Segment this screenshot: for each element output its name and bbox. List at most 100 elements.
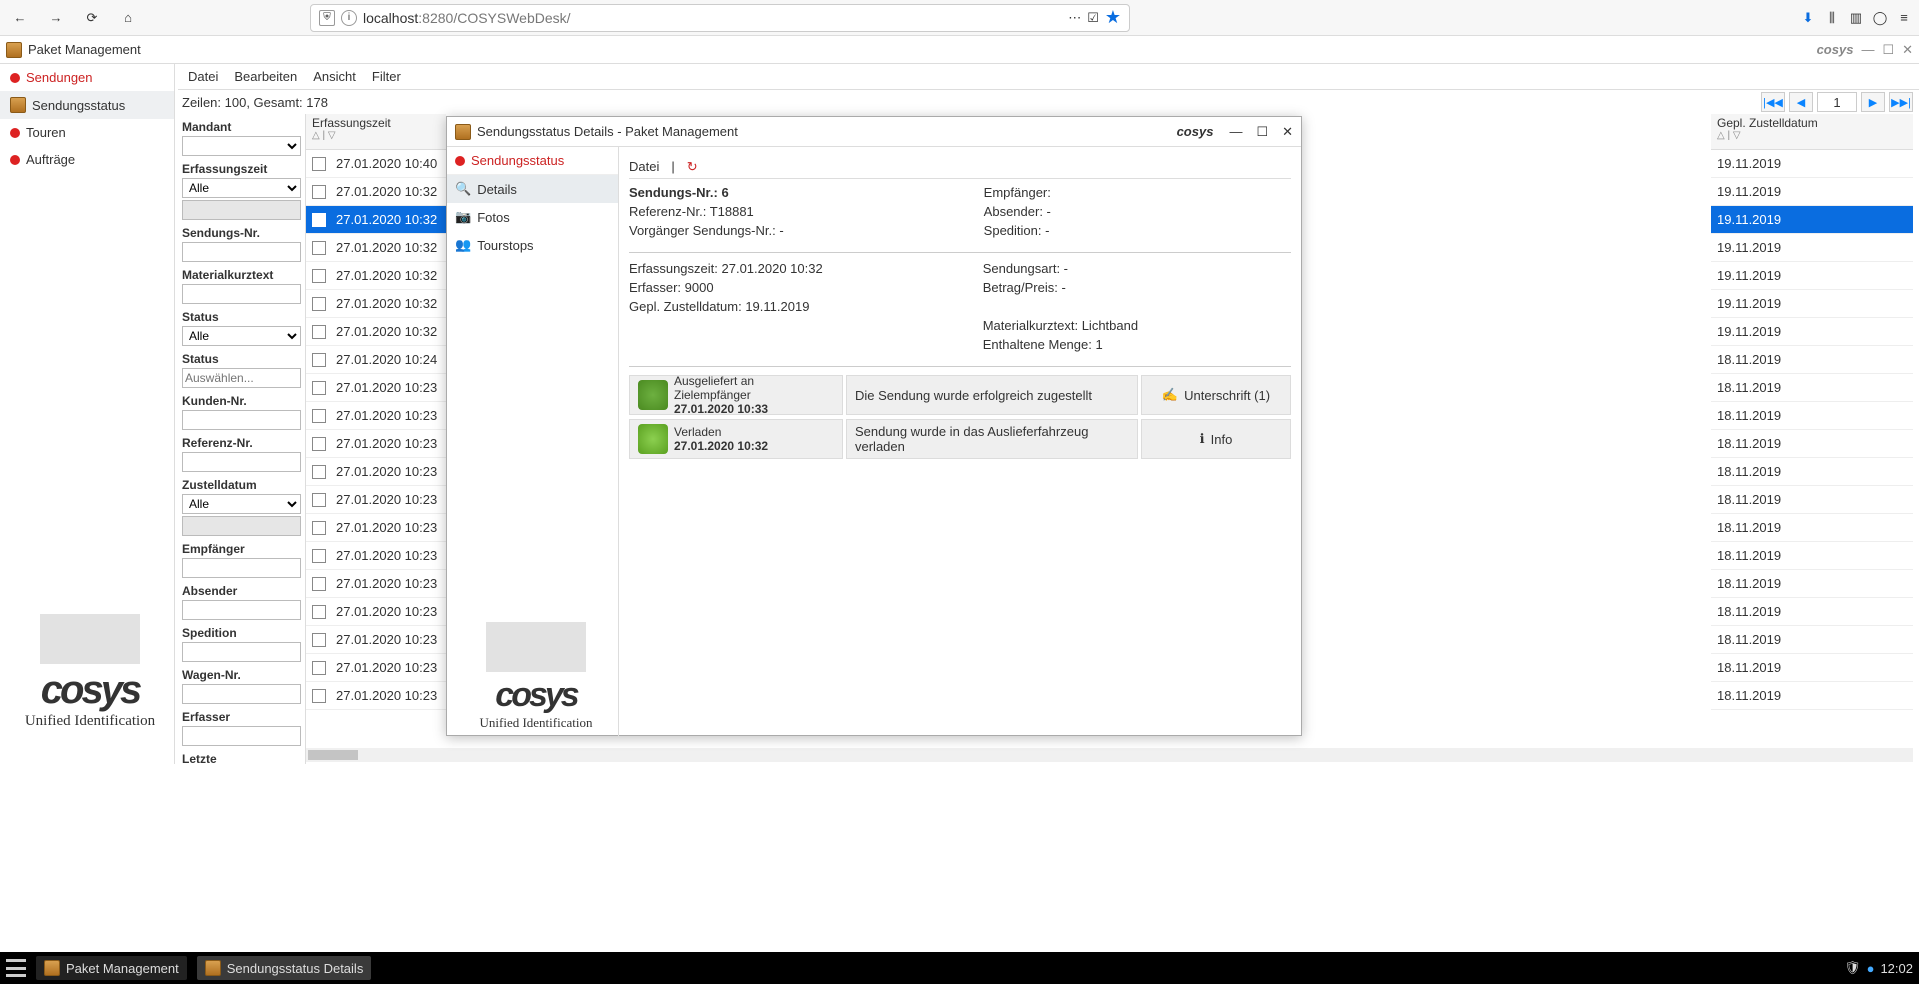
table-row[interactable]: 27.01.2020 10:23	[306, 486, 446, 514]
filter-sendnr[interactable]	[182, 242, 301, 262]
filter-wagen[interactable]	[182, 684, 301, 704]
more-icon[interactable]: ⋯	[1068, 10, 1081, 26]
table-row[interactable]: 27.01.2020 10:32	[306, 234, 446, 262]
filter-material[interactable]	[182, 284, 301, 304]
pager-last[interactable]: ▶▶|	[1889, 92, 1913, 112]
table-row[interactable]: 18.11.2019	[1711, 598, 1913, 626]
pager-next[interactable]: ▶	[1861, 92, 1885, 112]
table-row[interactable]: 18.11.2019	[1711, 682, 1913, 710]
checkbox[interactable]	[312, 549, 326, 563]
table-row[interactable]: 27.01.2020 10:23	[306, 374, 446, 402]
checkbox[interactable]	[312, 437, 326, 451]
start-menu-icon[interactable]	[6, 959, 26, 977]
filter-erfasser[interactable]	[182, 726, 301, 746]
table-row[interactable]: 27.01.2020 10:32	[306, 290, 446, 318]
bookmark-star-icon[interactable]: ★	[1105, 7, 1121, 28]
dialog-nav-fotos[interactable]: 📷Fotos	[447, 203, 618, 231]
filter-empf[interactable]	[182, 558, 301, 578]
table-row[interactable]: 27.01.2020 10:23	[306, 458, 446, 486]
dialog-refresh-icon[interactable]: ↻	[687, 159, 698, 175]
dialog-tab-status[interactable]: Sendungsstatus	[447, 147, 618, 175]
table-row[interactable]: 27.01.2020 10:32	[306, 318, 446, 346]
checkbox[interactable]	[312, 297, 326, 311]
filter-refnr[interactable]	[182, 452, 301, 472]
checkbox[interactable]	[312, 213, 326, 227]
checkbox[interactable]	[312, 577, 326, 591]
filter-erfzeit[interactable]: Alle	[182, 178, 301, 198]
table-row[interactable]: 18.11.2019	[1711, 626, 1913, 654]
taskbar-paket-mgmt[interactable]: Paket Management	[36, 956, 187, 980]
checkbox[interactable]	[312, 689, 326, 703]
table-row[interactable]: 18.11.2019	[1711, 402, 1913, 430]
table-row[interactable]: 18.11.2019	[1711, 374, 1913, 402]
dialog-maximize[interactable]: ☐	[1256, 124, 1268, 140]
checkbox[interactable]	[312, 605, 326, 619]
menu-filter[interactable]: Filter	[372, 69, 401, 84]
checkbox[interactable]	[312, 381, 326, 395]
close-button[interactable]: ✕	[1902, 42, 1913, 58]
nav-touren[interactable]: Touren	[0, 119, 174, 146]
nav-sendungen[interactable]: Sendungen	[0, 64, 174, 91]
library-icon[interactable]: ⫼	[1823, 9, 1841, 27]
dialog-close[interactable]: ✕	[1282, 124, 1293, 140]
checkbox[interactable]	[312, 661, 326, 675]
dialog-titlebar[interactable]: Sendungsstatus Details - Paket Managemen…	[447, 117, 1301, 147]
checkbox[interactable]	[312, 269, 326, 283]
table-row[interactable]: 18.11.2019	[1711, 486, 1913, 514]
checkbox[interactable]	[312, 409, 326, 423]
table-row[interactable]: 27.01.2020 10:23	[306, 682, 446, 710]
filter-status[interactable]: Alle	[182, 326, 301, 346]
menu-ansicht[interactable]: Ansicht	[313, 69, 356, 84]
table-row[interactable]: 27.01.2020 10:23	[306, 514, 446, 542]
event-action-button[interactable]: ℹInfo	[1141, 419, 1291, 459]
checkbox[interactable]	[312, 465, 326, 479]
table-row[interactable]: 27.01.2020 10:32	[306, 262, 446, 290]
table-row[interactable]: 18.11.2019	[1711, 654, 1913, 682]
pager-page[interactable]: 1	[1817, 92, 1857, 112]
table-row[interactable]: 19.11.2019	[1711, 206, 1913, 234]
checkbox[interactable]	[312, 633, 326, 647]
col-header-zustell[interactable]: Gepl. Zustelldatum△ | ▽	[1711, 114, 1913, 150]
dialog-nav-tourstops[interactable]: 👥Tourstops	[447, 231, 618, 259]
table-row[interactable]: 27.01.2020 10:32	[306, 178, 446, 206]
filter-status2[interactable]	[182, 368, 301, 388]
filter-erfzeit-input[interactable]	[182, 200, 301, 220]
filter-zustell[interactable]: Alle	[182, 494, 301, 514]
checkbox[interactable]	[312, 325, 326, 339]
table-row[interactable]: 19.11.2019	[1711, 234, 1913, 262]
dialog-minimize[interactable]: —	[1229, 124, 1242, 139]
filter-abs[interactable]	[182, 600, 301, 620]
back-button[interactable]: ←	[6, 4, 34, 32]
tray-icon[interactable]: ●	[1867, 961, 1875, 976]
filter-zustell-input[interactable]	[182, 516, 301, 536]
table-row[interactable]: 27.01.2020 10:23	[306, 570, 446, 598]
table-row[interactable]: 27.01.2020 10:23	[306, 626, 446, 654]
table-row[interactable]: 27.01.2020 10:23	[306, 542, 446, 570]
menu-datei[interactable]: Datei	[188, 69, 218, 84]
checkbox[interactable]	[312, 353, 326, 367]
forward-button[interactable]: →	[42, 4, 70, 32]
checkbox[interactable]	[312, 157, 326, 171]
table-row[interactable]: 27.01.2020 10:32	[306, 206, 446, 234]
pager-first[interactable]: |◀◀	[1761, 92, 1785, 112]
download-icon[interactable]: ⬇	[1799, 9, 1817, 27]
table-row[interactable]: 19.11.2019	[1711, 178, 1913, 206]
checkbox[interactable]	[312, 521, 326, 535]
taskbar-details[interactable]: Sendungsstatus Details	[197, 956, 372, 980]
nav-sendungsstatus[interactable]: Sendungsstatus	[0, 91, 174, 119]
table-row[interactable]: 27.01.2020 10:23	[306, 430, 446, 458]
horizontal-scrollbar[interactable]	[306, 748, 1913, 762]
minimize-button[interactable]: —	[1861, 42, 1874, 57]
dialog-menu-datei[interactable]: Datei	[629, 159, 659, 174]
table-row[interactable]: 27.01.2020 10:23	[306, 402, 446, 430]
url-bar[interactable]: ⛨ i localhost:8280/COSYSWebDesk/ ⋯ ☑ ★	[310, 4, 1130, 32]
table-row[interactable]: 18.11.2019	[1711, 514, 1913, 542]
pager-prev[interactable]: ◀	[1789, 92, 1813, 112]
filter-kundennr[interactable]	[182, 410, 301, 430]
table-row[interactable]: 27.01.2020 10:24	[306, 346, 446, 374]
table-row[interactable]: 18.11.2019	[1711, 346, 1913, 374]
dialog-nav-details[interactable]: 🔍Details	[447, 175, 618, 203]
maximize-button[interactable]: ☐	[1882, 42, 1894, 58]
event-action-button[interactable]: ✍Unterschrift (1)	[1141, 375, 1291, 415]
table-row[interactable]: 18.11.2019	[1711, 430, 1913, 458]
